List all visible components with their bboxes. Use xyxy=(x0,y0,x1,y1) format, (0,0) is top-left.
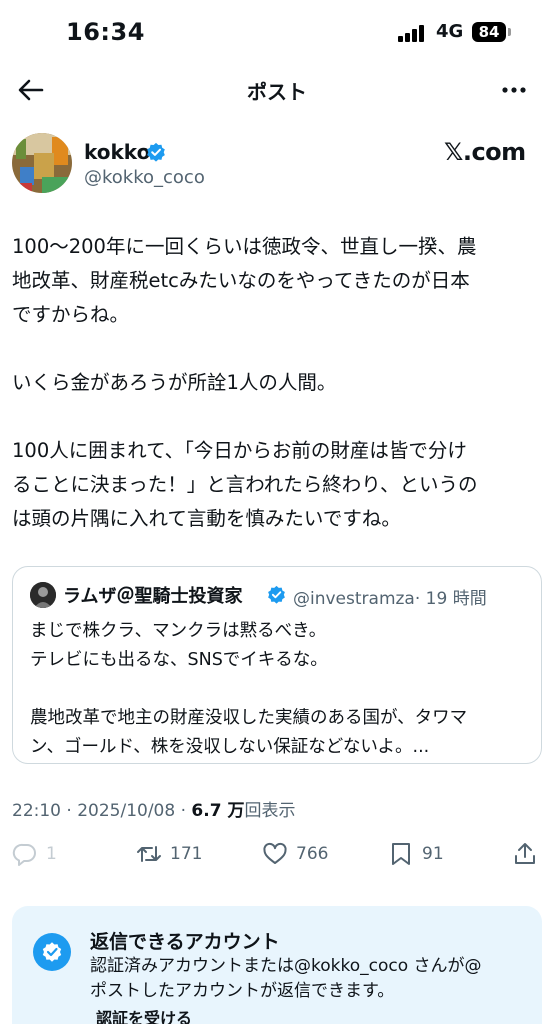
verified-badge-icon xyxy=(268,585,285,604)
quote-meta: @investramza· 19 時間 xyxy=(293,584,487,609)
quote-line: 農地改革で地主の財産没収した実績のある国が、タワマ xyxy=(30,708,468,728)
verified-check-icon xyxy=(33,933,71,971)
get-verified-link[interactable]: 認証を受ける xyxy=(96,1005,192,1024)
x-com-logo: 𝕏.com xyxy=(444,138,526,166)
bookmark-button[interactable]: 91 xyxy=(388,840,444,868)
top-nav: ポスト xyxy=(0,62,554,118)
retweet-button[interactable]: 171 xyxy=(136,840,202,868)
more-button[interactable] xyxy=(496,78,532,102)
author-handle[interactable]: @kokko_coco xyxy=(84,167,205,188)
post-line: 地改革、財産税etcみたいなのをやってきたのが日本 xyxy=(12,269,470,292)
network-type: 4G xyxy=(436,21,464,42)
battery-tip xyxy=(508,28,511,36)
quote-avatar-image xyxy=(30,582,56,608)
like-count: 766 xyxy=(296,844,329,864)
post-timestamp: 22:10 · 2025/10/08 · xyxy=(12,801,192,821)
status-time: 16:34 xyxy=(66,18,145,46)
verified-badge-icon xyxy=(147,142,165,162)
share-button[interactable] xyxy=(512,840,546,868)
more-icon xyxy=(502,87,526,93)
post-line: ることに決まった！」と言われたら終わり、というの xyxy=(12,473,478,496)
view-count-label: 回表示 xyxy=(244,801,296,821)
retweet-count: 171 xyxy=(170,844,203,864)
reply-button[interactable]: 1 xyxy=(12,840,57,868)
post-text: 100〜200年に一回くらいは徳政令、世直し一揆、農 地改革、財産税etcみたい… xyxy=(12,230,542,536)
like-button[interactable]: 766 xyxy=(262,840,328,868)
avatar-image xyxy=(12,133,72,193)
quote-line: まじで株クラ、マンクラは黙るべき。 xyxy=(30,621,327,641)
post-line: は頭の片隅に入れて言動を慎みたいですね。 xyxy=(12,507,401,530)
page-title: ポスト xyxy=(247,80,307,104)
signal-icon xyxy=(398,24,428,42)
bookmark-count: 91 xyxy=(422,844,444,864)
quote-line: ン、ゴールド、株を没収しない保証などないよ。... xyxy=(30,737,430,757)
quote-avatar xyxy=(30,582,56,608)
bookmark-icon xyxy=(392,843,410,865)
quote-author-name: ラムザ＠聖騎士投資家 xyxy=(63,586,243,607)
post-meta: 22:10 · 2025/10/08 · 6.7 万回表示 xyxy=(12,796,295,821)
reply-notice-title: 返信できるアカウント xyxy=(90,931,280,953)
quoted-post[interactable]: ラムザ＠聖騎士投資家 @investramza· 19 時間 まじで株クラ、マン… xyxy=(12,566,542,764)
post-line: 100人に囲まれて、「今日からお前の財産は皆で分け xyxy=(12,439,467,462)
post-line: いくら金があろうが所詮1人の人間。 xyxy=(12,371,337,394)
reply-count: 1 xyxy=(46,844,57,864)
quote-line: テレビにも出るな、SNSでイキるな。 xyxy=(30,650,328,670)
quote-time: · 19 時間 xyxy=(414,589,487,609)
author-name[interactable]: kokko xyxy=(84,140,150,164)
post-line: ですからね。 xyxy=(12,303,130,326)
battery-icon: 84 xyxy=(472,22,506,42)
retweet-icon xyxy=(137,846,161,862)
reply-notice-line: 認証済みアカウントまたは@kokko_coco さんが@ xyxy=(90,956,482,976)
quote-text: まじで株クラ、マンクラは黙るべき。 テレビにも出るな、SNSでイキるな。 農地改… xyxy=(30,617,530,762)
share-icon xyxy=(515,843,535,864)
reply-notice-line: ポストしたアカウントが返信できます。 xyxy=(90,981,395,1001)
author-avatar[interactable] xyxy=(12,133,72,193)
post-line: 100〜200年に一回くらいは徳政令、世直し一揆、農 xyxy=(12,235,477,258)
reply-icon xyxy=(12,843,36,866)
quote-handle: @investramza xyxy=(293,589,415,609)
view-count[interactable]: 6.7 万 xyxy=(191,801,244,821)
reply-notice-description: 認証済みアカウントまたは@kokko_coco さんが@ ポストしたアカウントが… xyxy=(90,954,530,1004)
reply-permission-notice: 返信できるアカウント 認証済みアカウントまたは@kokko_coco さんが@ … xyxy=(12,906,542,1024)
status-bar: 16:34 4G 84 xyxy=(0,0,554,62)
like-icon xyxy=(263,842,287,864)
